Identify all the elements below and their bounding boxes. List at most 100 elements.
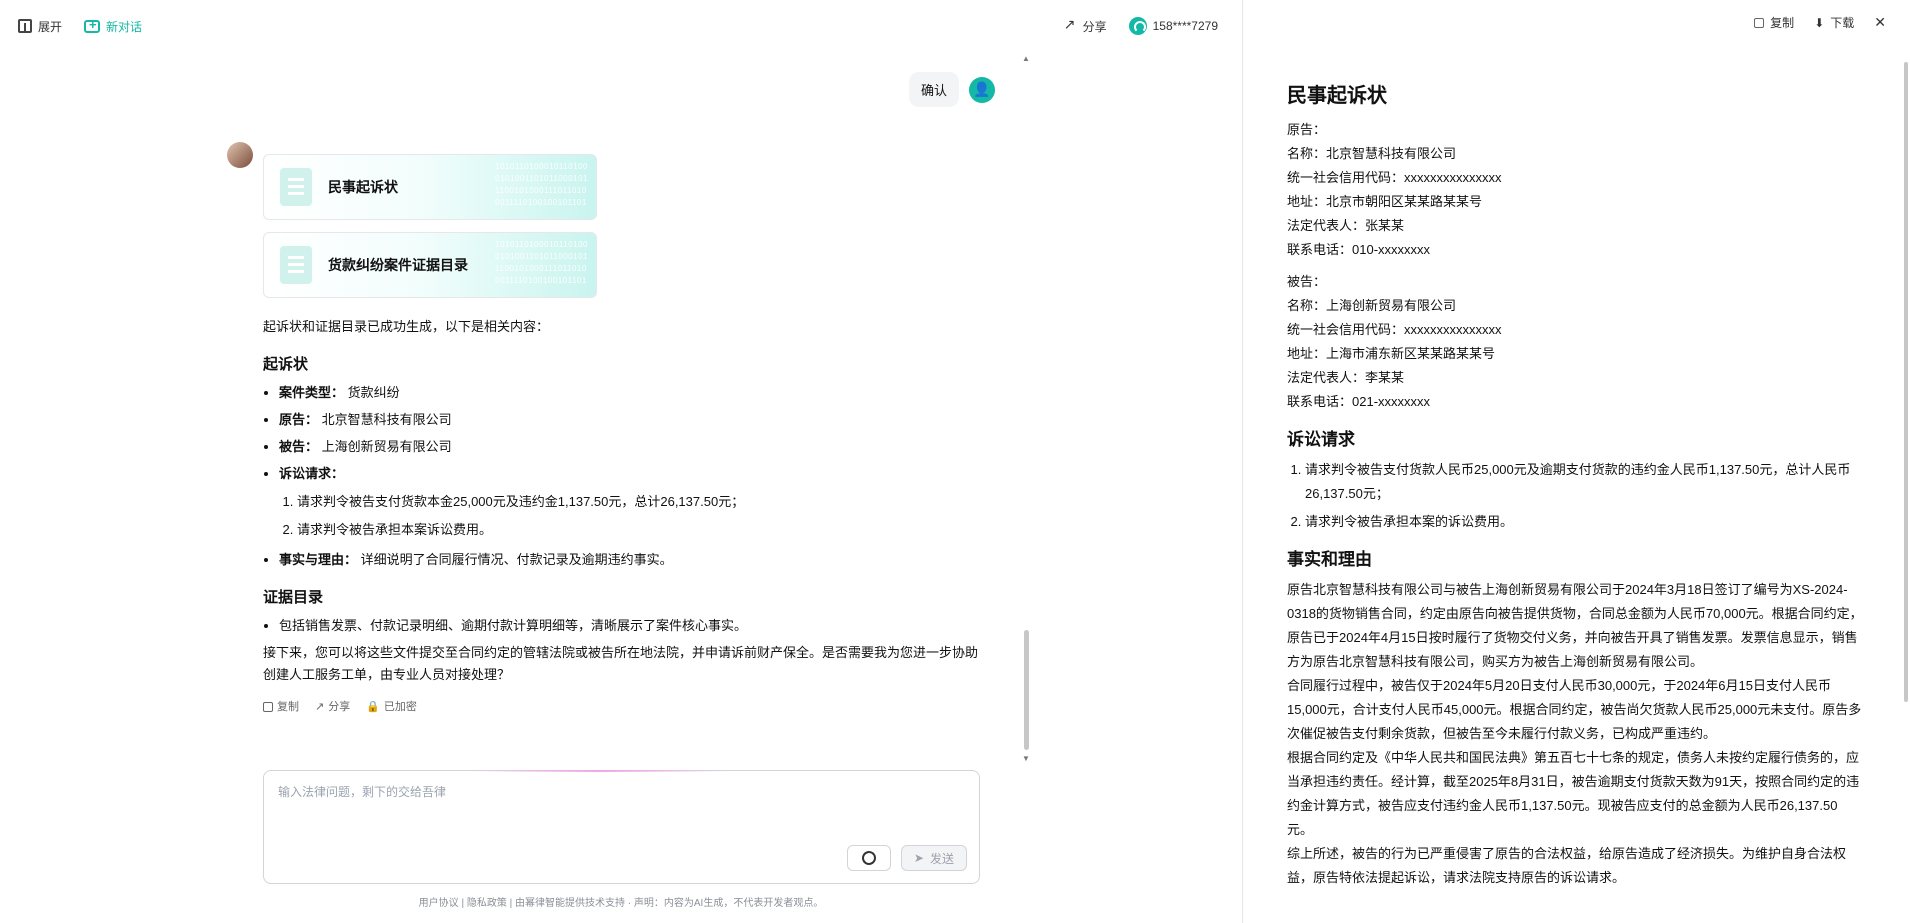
document-actions: 复制 ⬇ 下载 ✕ <box>1754 14 1886 31</box>
claim-item-1: 请求判令被告支付货款人民币25,000元及逾期支付货款的违约金人民币1,137.… <box>1305 458 1863 506</box>
send-button[interactable]: ➤ 发送 <box>900 845 967 871</box>
send-icon: ➤ <box>913 851 924 865</box>
document-icon <box>280 168 312 206</box>
input-glow <box>474 770 724 772</box>
user-avatar: 👤 <box>969 76 995 103</box>
requests-list: 请求判令被告支付货款本金25,000元及违约金1,137.50元，总计26,13… <box>297 491 987 541</box>
case-type-label: 案件类型： <box>279 385 345 400</box>
defendant-code: 统一社会信用代码：xxxxxxxxxxxxxxx <box>1287 322 1502 337</box>
download-icon: ⬇ <box>1814 15 1825 30</box>
new-chat-icon <box>84 17 101 33</box>
lock-icon: 🔒 <box>366 701 380 713</box>
facts-paragraph-3: 根据合同约定及《中华人民共和国民法典》第五百七十七条的规定，债务人未按约定履行债… <box>1287 750 1860 837</box>
evidence-card-title: 货款纠纷案件证据目录 <box>328 257 468 273</box>
complaint-heading: 起诉状 <box>263 356 309 373</box>
plaintiff-label: 原告： <box>279 412 319 427</box>
doc-download-button[interactable]: ⬇ 下载 <box>1814 14 1854 31</box>
plaintiff-block: 原告： 名称：北京智慧科技有限公司 统一社会信用代码：xxxxxxxxxxxxx… <box>1287 118 1863 262</box>
binary-pattern: 1010110100010110100 0101001101011000101 11… <box>495 162 588 207</box>
user-message-bubble: 确认 <box>908 72 959 107</box>
user-icon <box>1128 17 1147 35</box>
facts-value: 详细说明了合同履行情况、付款记录及逾期违约事实。 <box>360 552 673 567</box>
case-type-value: 货款纠纷 <box>347 385 400 400</box>
app-root: 展开 新对话 分享 158****7279 ▲ ▼ <box>0 0 1910 923</box>
user-account[interactable]: 158****7279 <box>1128 17 1218 35</box>
list-item: 原告： 北京智慧科技有限公司 <box>279 409 987 431</box>
plaintiff-legal-rep: 法定代表人：张某某 <box>1287 218 1405 233</box>
list-item: 被告： 上海创新贸易有限公司 <box>279 436 987 458</box>
expand-label: 展开 <box>38 19 63 34</box>
evidence-list: 包括销售发票、付款记录明细、逾期付款计算明细等，清晰展示了案件核心事实。 <box>263 615 987 637</box>
new-chat-button[interactable]: 新对话 <box>84 17 143 35</box>
share-label: 分享 <box>1082 19 1107 34</box>
doc-cards: 民事起诉状 1010110100010110100 010100110101100… <box>263 154 597 310</box>
chat-input-box[interactable]: 输入法律问题，剩下的交给吾律 ➤ 发送 <box>263 770 980 884</box>
share-mini-icon: ↗ <box>315 701 325 713</box>
defendant-label: 被告： <box>1287 274 1327 289</box>
document-scrollbar[interactable] <box>1904 62 1908 702</box>
scroll-up-icon[interactable]: ▲ <box>1022 54 1030 63</box>
scroll-down-icon[interactable]: ▼ <box>1022 754 1030 763</box>
plaintiff-value: 北京智慧科技有限公司 <box>321 412 452 427</box>
assistant-intro: 起诉状和证据目录已成功生成，以下是相关内容： <box>263 319 550 334</box>
complaint-card[interactable]: 民事起诉状 1010110100010110100 010100110101100… <box>263 154 597 220</box>
encrypted-status[interactable]: 🔒 已加密 <box>366 696 417 718</box>
binary-pattern: 1010110100010110100 0101001101011000101 11… <box>495 240 588 285</box>
new-chat-label: 新对话 <box>106 19 143 34</box>
doc-title: 民事起诉状 <box>1287 85 1387 107</box>
share-action-button[interactable]: ↗ 分享 <box>315 696 350 718</box>
chat-input-placeholder: 输入法律问题，剩下的交给吾律 <box>278 785 447 799</box>
assistant-actions: 复制 ↗ 分享 🔒 已加密 <box>263 696 987 718</box>
list-item: 诉讼请求： 请求判令被告支付货款本金25,000元及违约金1,137.50元，总… <box>279 463 987 541</box>
share-button[interactable]: 分享 <box>1063 16 1107 35</box>
document-pane: 复制 ⬇ 下载 ✕ 民事起诉状 原告： 名称：北京智慧科技有限公司 统一社会信用… <box>1243 0 1910 923</box>
expand-button[interactable]: 展开 <box>18 18 62 35</box>
facts-paragraph-2: 合同履行过程中，被告仅于2024年5月20日支付人民币30,000元，于2024… <box>1287 678 1862 741</box>
doc-copy-label: 复制 <box>1770 16 1795 30</box>
top-bar-left: 展开 新对话 <box>18 17 143 35</box>
input-actions: ➤ 发送 <box>846 845 967 871</box>
document-body: 民事起诉状 原告： 名称：北京智慧科技有限公司 统一社会信用代码：xxxxxxx… <box>1287 84 1863 890</box>
chat-area: 展开 新对话 分享 158****7279 ▲ ▼ <box>0 0 1243 923</box>
facts-heading: 事实和理由 <box>1287 550 1372 569</box>
defendant-block: 被告： 名称：上海创新贸易有限公司 统一社会信用代码：xxxxxxxxxxxxx… <box>1287 270 1863 414</box>
doc-copy-icon <box>1754 17 1765 28</box>
assistant-avatar <box>227 142 253 168</box>
complaint-list: 案件类型： 货款纠纷 原告： 北京智慧科技有限公司 被告： 上海创新贸易有限公司… <box>263 382 987 571</box>
user-phone: 158****7279 <box>1152 19 1218 33</box>
facts-label: 事实与理由： <box>279 552 358 567</box>
request-item-1: 请求判令被告支付货款本金25,000元及违约金1,137.50元，总计26,13… <box>297 491 987 513</box>
user-message-row: 确认 👤 <box>908 72 995 107</box>
encrypted-label: 已加密 <box>383 701 417 713</box>
defendant-address: 地址：上海市浦东新区某某路某某号 <box>1287 346 1496 361</box>
attach-button[interactable] <box>846 845 891 871</box>
footer-text: 用户协议 | 隐私政策 | 由幂律智能提供技术支持 · 声明：内容为AI生成，不… <box>418 898 824 909</box>
user-avatar-icon: 👤 <box>973 81 991 97</box>
assistant-content: 起诉状和证据目录已成功生成，以下是相关内容： 起诉状 案件类型： 货款纠纷 原告… <box>263 316 987 718</box>
expand-icon <box>18 19 32 33</box>
share-icon <box>1063 16 1077 33</box>
close-icon[interactable]: ✕ <box>1874 14 1886 31</box>
request-item-2: 请求判令被告承担本案诉讼费用。 <box>297 519 987 541</box>
top-bar-right: 分享 158****7279 <box>1063 16 1218 35</box>
chat-scrollbar[interactable] <box>1024 630 1029 750</box>
evidence-card[interactable]: 货款纠纷案件证据目录 1010110100010110100 0101001101… <box>263 232 597 298</box>
document-icon <box>280 246 312 284</box>
doc-copy-button[interactable]: 复制 <box>1754 14 1794 31</box>
paperclip-icon <box>859 848 879 868</box>
facts-paragraph-4: 综上所述，被告的行为已严重侵害了原告的合法权益，给原告造成了经济损失。为维护自身… <box>1287 846 1847 885</box>
plaintiff-code: 统一社会信用代码：xxxxxxxxxxxxxxx <box>1287 170 1502 185</box>
copy-button[interactable]: 复制 <box>263 696 299 718</box>
share-action-label: 分享 <box>328 701 351 713</box>
claim-item-2: 请求判令被告承担本案的诉讼费用。 <box>1305 510 1863 534</box>
complaint-card-title: 民事起诉状 <box>328 179 398 195</box>
copy-label: 复制 <box>277 701 299 713</box>
list-item: 案件类型： 货款纠纷 <box>279 382 987 404</box>
claims-list: 请求判令被告支付货款人民币25,000元及逾期支付货款的违约金人民币1,137.… <box>1305 458 1863 534</box>
defendant-legal-rep: 法定代表人：李某某 <box>1287 370 1405 385</box>
evidence-item: 包括销售发票、付款记录明细、逾期付款计算明细等，清晰展示了案件核心事实。 <box>279 615 987 637</box>
plaintiff-label: 原告： <box>1287 122 1327 137</box>
top-bar: 展开 新对话 分享 158****7279 <box>0 0 1242 52</box>
doc-download-label: 下载 <box>1830 16 1855 30</box>
defendant-value: 上海创新贸易有限公司 <box>321 439 452 454</box>
